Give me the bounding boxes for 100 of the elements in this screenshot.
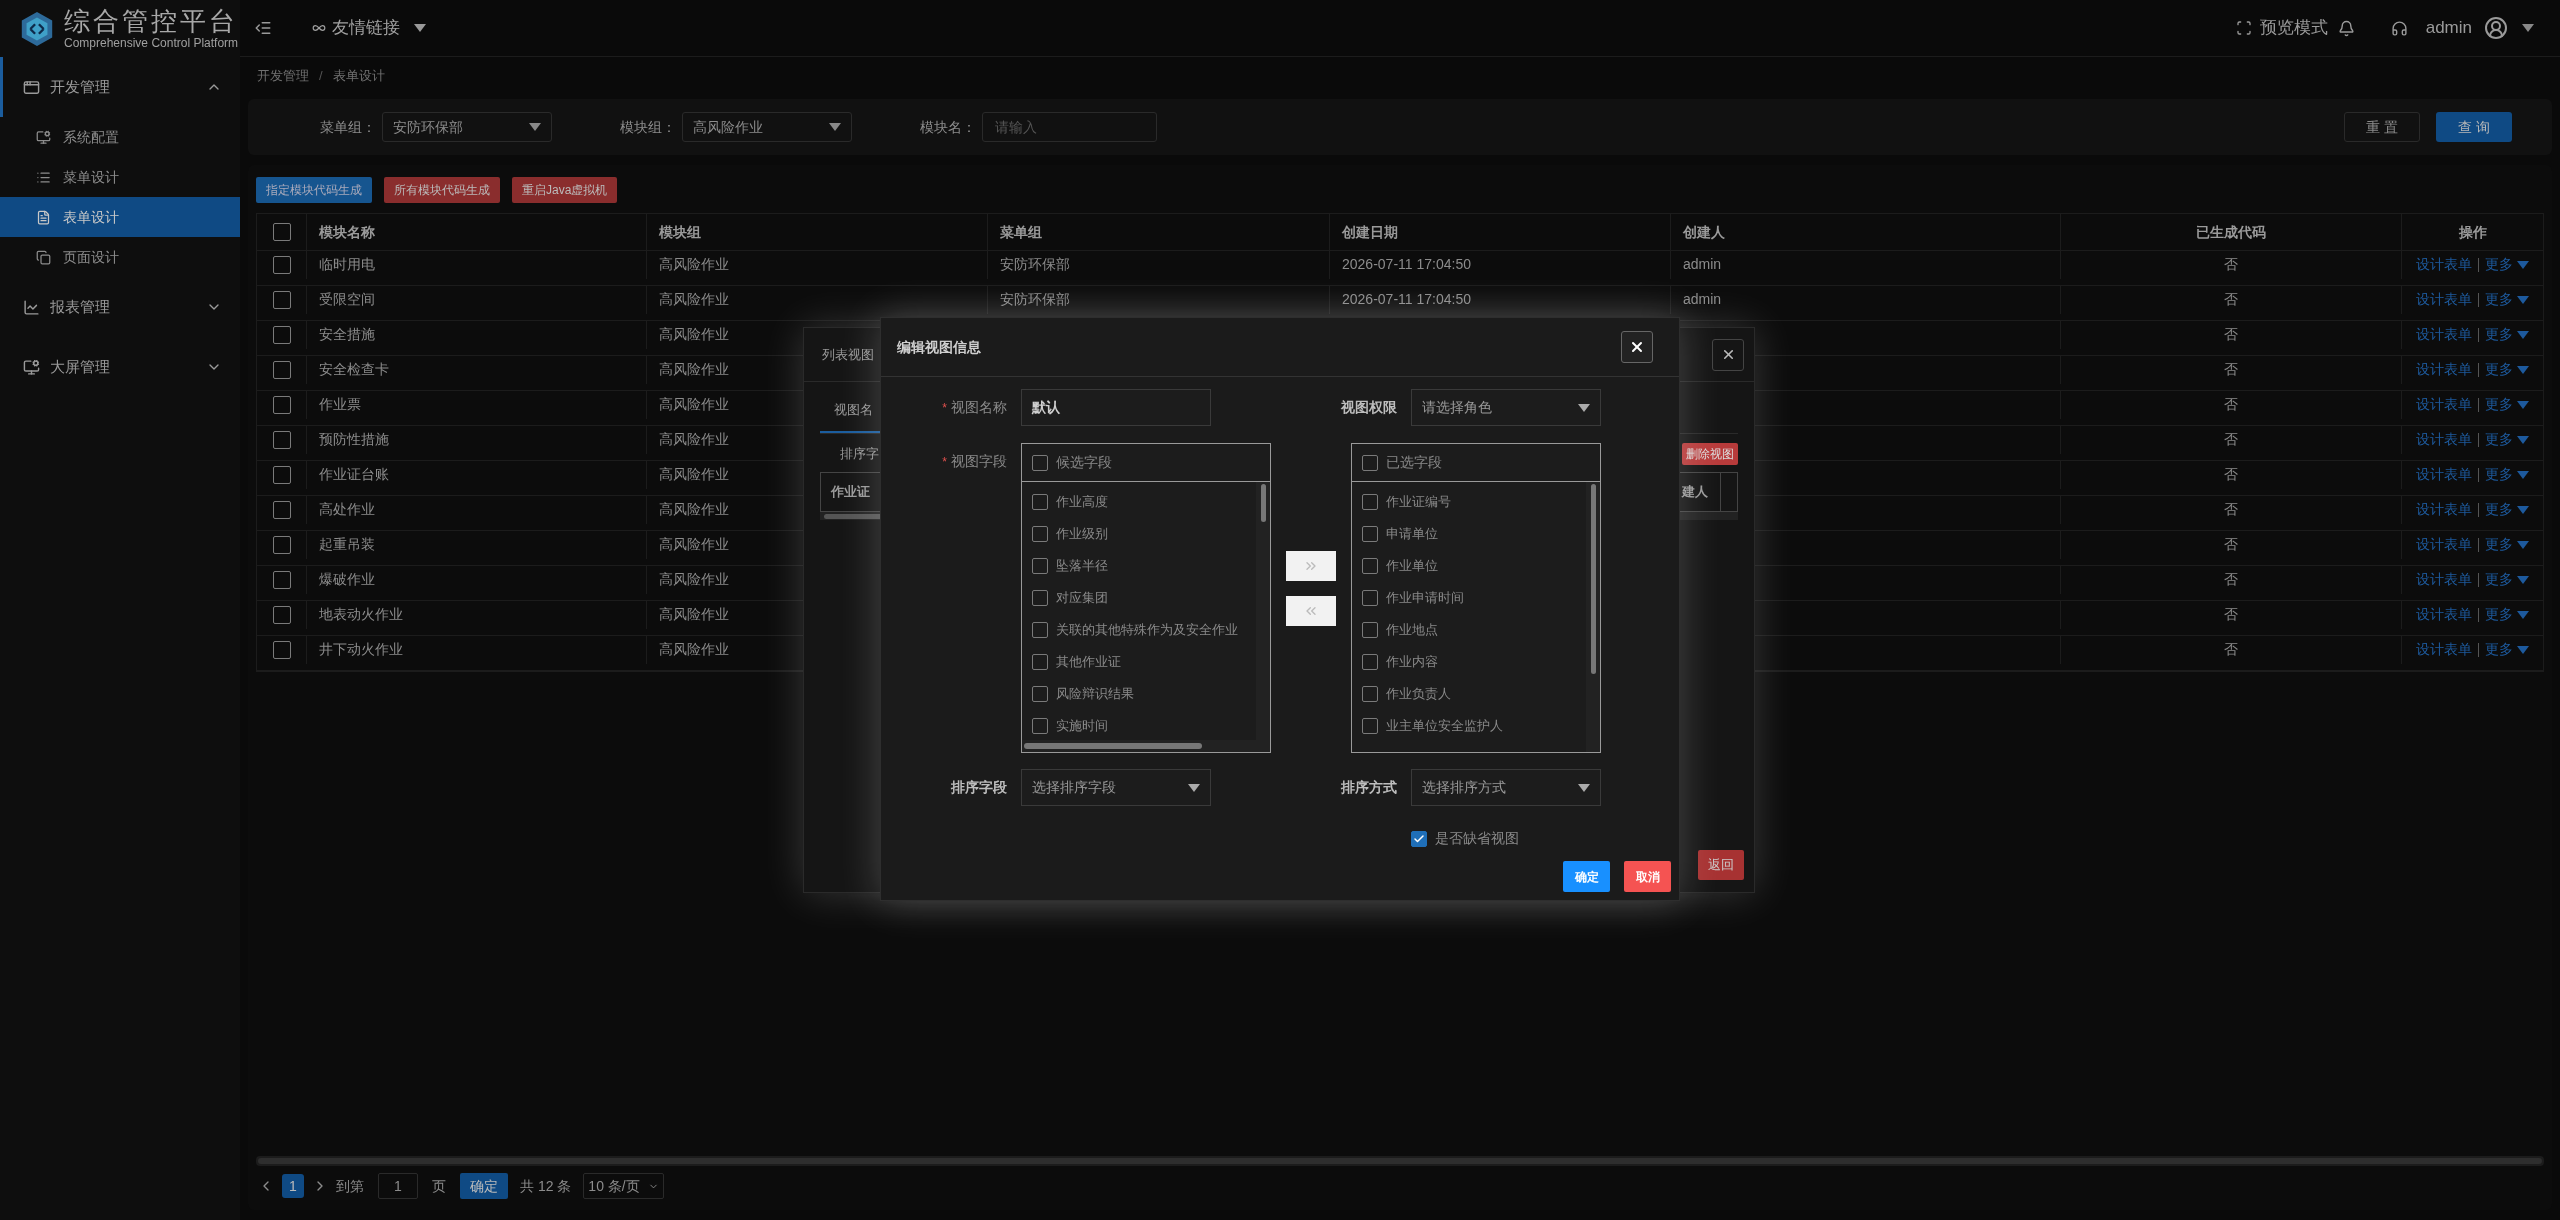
sidebar-group[interactable]: 开发管理	[0, 57, 240, 117]
more-menu[interactable]: 更多	[2485, 569, 2529, 591]
horizontal-scrollbar[interactable]	[256, 1156, 2544, 1166]
select-field[interactable]: 请选择角色	[1411, 389, 1601, 426]
breadcrumb-item[interactable]: 开发管理	[257, 66, 309, 86]
checkbox[interactable]	[272, 395, 291, 414]
checkbox[interactable]	[272, 500, 291, 519]
checkbox[interactable]	[1032, 494, 1048, 510]
checkbox[interactable]	[1032, 590, 1048, 606]
field-option[interactable]: 坠落半径	[1022, 550, 1256, 582]
checkbox[interactable]	[272, 570, 291, 589]
ok-button[interactable]: 确定	[1563, 861, 1610, 892]
checkbox[interactable]	[272, 640, 291, 659]
page-input[interactable]: 1	[378, 1173, 418, 1199]
checkbox[interactable]	[272, 360, 291, 379]
more-menu[interactable]: 更多	[2485, 394, 2529, 416]
close-button[interactable]	[1712, 338, 1744, 371]
checkbox[interactable]	[1362, 558, 1378, 574]
input-field[interactable]: 请输入	[982, 112, 1157, 142]
checkbox[interactable]	[1362, 526, 1378, 542]
sidebar-item[interactable]: 页面设计	[0, 237, 240, 277]
cancel-button[interactable]: 取消	[1624, 861, 1671, 892]
checkbox[interactable]	[272, 465, 291, 484]
link-menu[interactable]: 友情链接	[312, 15, 426, 41]
design-form-link[interactable]: 设计表单	[2416, 429, 2472, 451]
select-field[interactable]: 高风险作业	[682, 112, 852, 142]
field-option[interactable]: 作业证编号	[1352, 486, 1586, 518]
more-menu[interactable]: 更多	[2485, 429, 2529, 451]
input-field[interactable]: 默认	[1021, 389, 1211, 426]
more-menu[interactable]: 更多	[2485, 499, 2529, 521]
design-form-link[interactable]: 设计表单	[2416, 464, 2472, 486]
sidebar-item[interactable]: 菜单设计	[0, 157, 240, 197]
checkbox[interactable]	[1362, 590, 1378, 606]
toolbar-button[interactable]: 指定模块代码生成	[256, 177, 372, 203]
sidebar-group[interactable]: 大屏管理	[0, 337, 240, 397]
select-field[interactable]: 选择排序字段	[1021, 769, 1211, 806]
design-form-link[interactable]: 设计表单	[2416, 394, 2472, 416]
design-form-link[interactable]: 设计表单	[2416, 534, 2472, 556]
field-option[interactable]: 其他作业证	[1022, 646, 1256, 678]
design-form-link[interactable]: 设计表单	[2416, 499, 2472, 521]
page-number[interactable]: 1	[282, 1174, 304, 1198]
checkbox[interactable]	[272, 325, 291, 344]
field-option[interactable]: 对应集团	[1022, 582, 1256, 614]
sidebar-group[interactable]: 报表管理	[0, 277, 240, 337]
reset-button[interactable]: 重 置	[2344, 112, 2420, 142]
design-form-link[interactable]: 设计表单	[2416, 254, 2472, 276]
checkbox[interactable]	[1362, 622, 1378, 638]
more-menu[interactable]: 更多	[2485, 289, 2529, 311]
vertical-scrollbar[interactable]	[1586, 482, 1600, 752]
toolbar-button[interactable]: 重启Java虚拟机	[512, 177, 618, 203]
field-option[interactable]: 作业申请时间	[1352, 582, 1586, 614]
delete-view-button[interactable]: 删除视图	[1682, 443, 1738, 465]
select-field[interactable]: 选择排序方式	[1411, 769, 1601, 806]
field-option[interactable]: 作业内容	[1352, 646, 1586, 678]
more-menu[interactable]: 更多	[2485, 254, 2529, 276]
checkbox[interactable]	[1032, 622, 1048, 638]
checkbox[interactable]	[1032, 654, 1048, 670]
checkbox[interactable]	[272, 430, 291, 449]
checkbox[interactable]	[1362, 718, 1378, 734]
field-option[interactable]: 作业单位	[1352, 550, 1586, 582]
checkbox[interactable]	[1032, 686, 1048, 702]
checkbox[interactable]	[1032, 558, 1048, 574]
field-option[interactable]: 风险辩识结果	[1022, 678, 1256, 710]
design-form-link[interactable]: 设计表单	[2416, 289, 2472, 311]
field-option[interactable]: 作业地点	[1352, 614, 1586, 646]
checkbox[interactable]	[1362, 686, 1378, 702]
checkbox[interactable]	[272, 223, 291, 241]
design-form-link[interactable]: 设计表单	[2416, 604, 2472, 626]
checkbox[interactable]	[272, 290, 291, 309]
user-name[interactable]: admin	[2425, 15, 2472, 41]
horizontal-scrollbar[interactable]	[1022, 740, 1270, 752]
design-form-link[interactable]: 设计表单	[2416, 639, 2472, 661]
checkbox[interactable]	[1032, 718, 1048, 734]
sidebar-item[interactable]: 表单设计	[0, 197, 240, 237]
field-option[interactable]: 申请单位	[1352, 518, 1586, 550]
checkbox[interactable]	[1362, 654, 1378, 670]
more-menu[interactable]: 更多	[2485, 534, 2529, 556]
field-option[interactable]: 作业级别	[1022, 518, 1256, 550]
more-menu[interactable]: 更多	[2485, 464, 2529, 486]
design-form-link[interactable]: 设计表单	[2416, 324, 2472, 346]
field-option[interactable]: 作业负责人	[1352, 678, 1586, 710]
checkbox[interactable]	[272, 255, 291, 274]
more-menu[interactable]: 更多	[2485, 324, 2529, 346]
page-size-select[interactable]: 10 条/页	[583, 1173, 664, 1199]
checkbox[interactable]	[1362, 454, 1378, 471]
field-option[interactable]: 业主单位安全监护人	[1352, 710, 1586, 742]
sidebar-item[interactable]: 系统配置	[0, 117, 240, 157]
search-button[interactable]: 查 询	[2436, 112, 2512, 142]
checkbox[interactable]	[1032, 526, 1048, 542]
checkbox[interactable]	[1032, 454, 1048, 471]
field-option[interactable]: 作业高度	[1022, 486, 1256, 518]
design-form-link[interactable]: 设计表单	[2416, 569, 2472, 591]
close-button[interactable]	[1621, 331, 1653, 363]
more-menu[interactable]: 更多	[2485, 359, 2529, 381]
confirm-button[interactable]: 确定	[460, 1173, 508, 1199]
select-field[interactable]: 安防环保部	[382, 112, 552, 142]
toolbar-button[interactable]: 所有模块代码生成	[384, 177, 500, 203]
move-left-button[interactable]	[1286, 595, 1336, 626]
checkbox[interactable]	[272, 605, 291, 624]
checkbox[interactable]	[1411, 830, 1427, 847]
